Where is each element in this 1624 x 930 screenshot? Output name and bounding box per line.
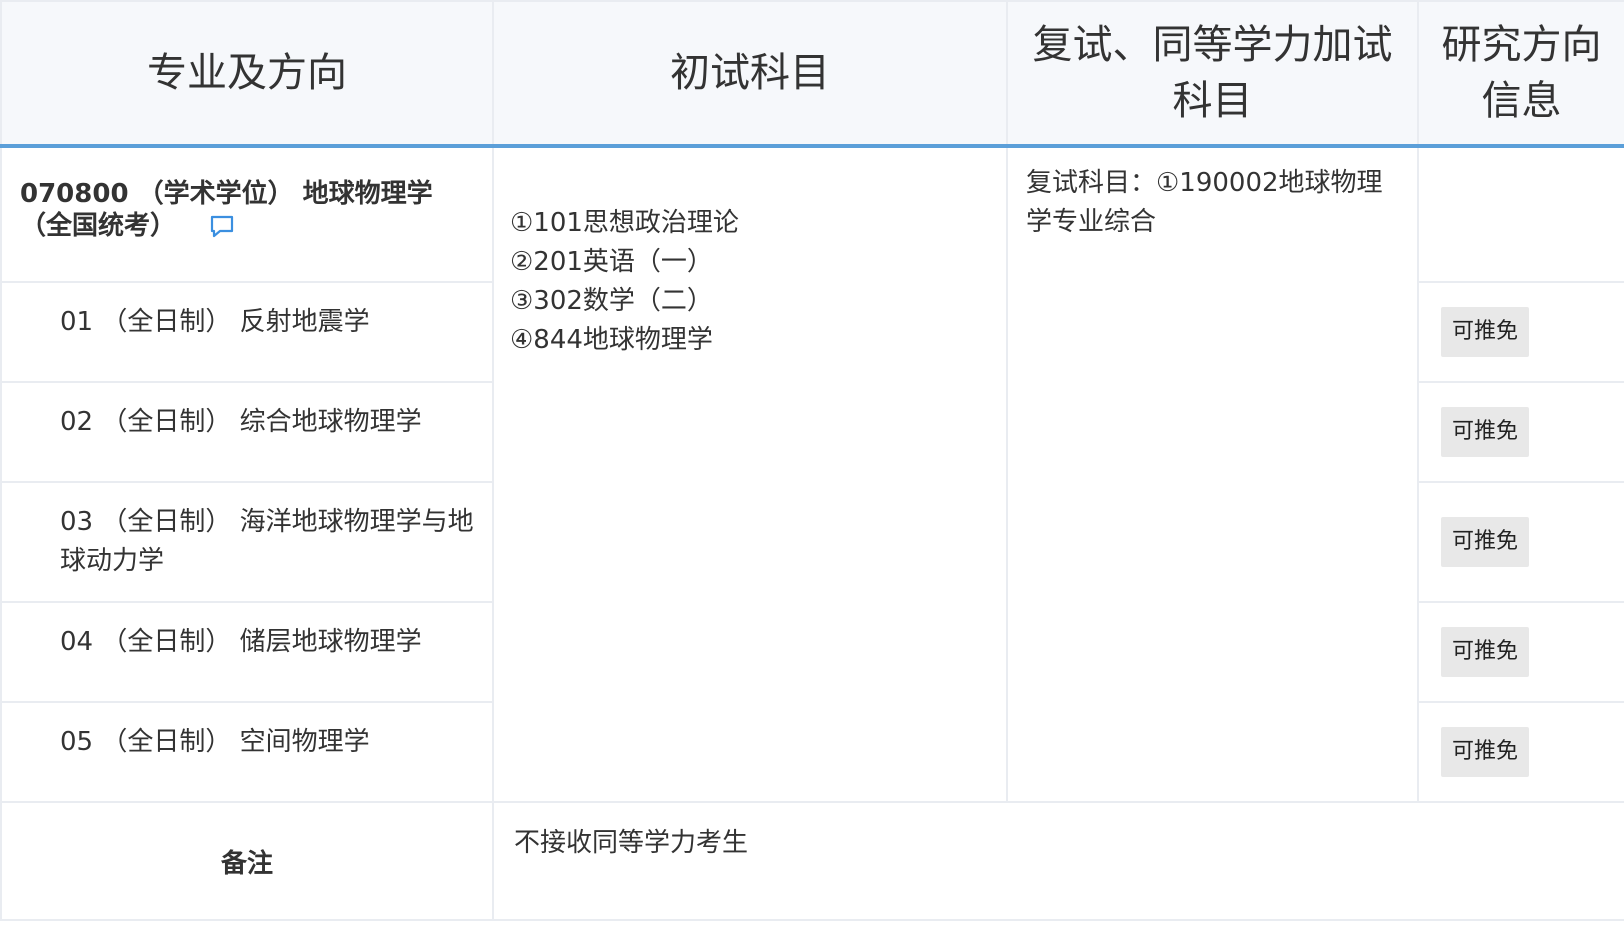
initial-subject-item: ③302数学（二） (510, 286, 713, 316)
major-exam-type: （全国统考） (20, 211, 177, 241)
header-retest-subjects: 复试、同等学力加试 科目 (1006, 0, 1419, 148)
initial-subject-item: ④844地球物理学 (510, 325, 713, 355)
direction-label: 01 （全日制） 反射地震学 (0, 281, 494, 383)
table-header-row: 专业及方向 初试科目 复试、同等学力加试 科目 研究方向 信息 (0, 0, 1624, 148)
header-major: 专业及方向 (0, 0, 494, 148)
header-initial-subjects: 初试科目 (492, 0, 1008, 148)
tag-cell: 可推免 (1417, 701, 1624, 803)
major-title: 070800 （学术学位） 地球物理学 (20, 179, 433, 209)
tag-cell: 可推免 (1417, 481, 1624, 603)
recommend-exempt-tag[interactable]: 可推免 (1441, 517, 1530, 567)
recommend-exempt-tag[interactable]: 可推免 (1441, 627, 1530, 677)
retest-subjects-text: 复试科目：①190002地球物理学专业综合 (1026, 168, 1383, 237)
retest-subjects-cell: 复试科目：①190002地球物理学专业综合 (1006, 145, 1419, 803)
comment-icon[interactable] (209, 215, 235, 239)
note-text: 不接收同等学力考生 (492, 801, 1624, 921)
direction-label: 03 （全日制） 海洋地球物理学与地球动力学 (0, 481, 494, 603)
research-empty-cell (1417, 145, 1624, 283)
program-info-table: 专业及方向 初试科目 复试、同等学力加试 科目 研究方向 信息 070800 （学术… (0, 0, 1624, 921)
tag-cell: 可推免 (1417, 281, 1624, 383)
initial-subjects-cell: ①101思想政治理论 ②201英语（一） ③302数学（二） ④844地球物理学 (492, 145, 1008, 803)
major-row: 070800 （学术学位） 地球物理学 （全国统考） ①101思想政治理论 ②2… (0, 145, 1624, 803)
initial-subject-item: ①101思想政治理论 (510, 208, 739, 238)
note-row: 备注 不接收同等学力考生 (0, 801, 1624, 921)
recommend-exempt-tag[interactable]: 可推免 (1441, 407, 1530, 457)
recommend-exempt-tag[interactable]: 可推免 (1441, 727, 1530, 777)
direction-label: 02 （全日制） 综合地球物理学 (0, 381, 494, 483)
major-title-cell: 070800 （学术学位） 地球物理学 （全国统考） (0, 145, 494, 283)
direction-label: 05 （全日制） 空间物理学 (0, 701, 494, 803)
tag-cell: 可推免 (1417, 381, 1624, 483)
note-label: 备注 (0, 801, 494, 921)
initial-subject-item: ②201英语（一） (510, 247, 713, 277)
recommend-exempt-tag[interactable]: 可推免 (1441, 307, 1530, 357)
tag-cell: 可推免 (1417, 601, 1624, 703)
header-research-direction: 研究方向 信息 (1417, 0, 1624, 148)
direction-label: 04 （全日制） 储层地球物理学 (0, 601, 494, 703)
